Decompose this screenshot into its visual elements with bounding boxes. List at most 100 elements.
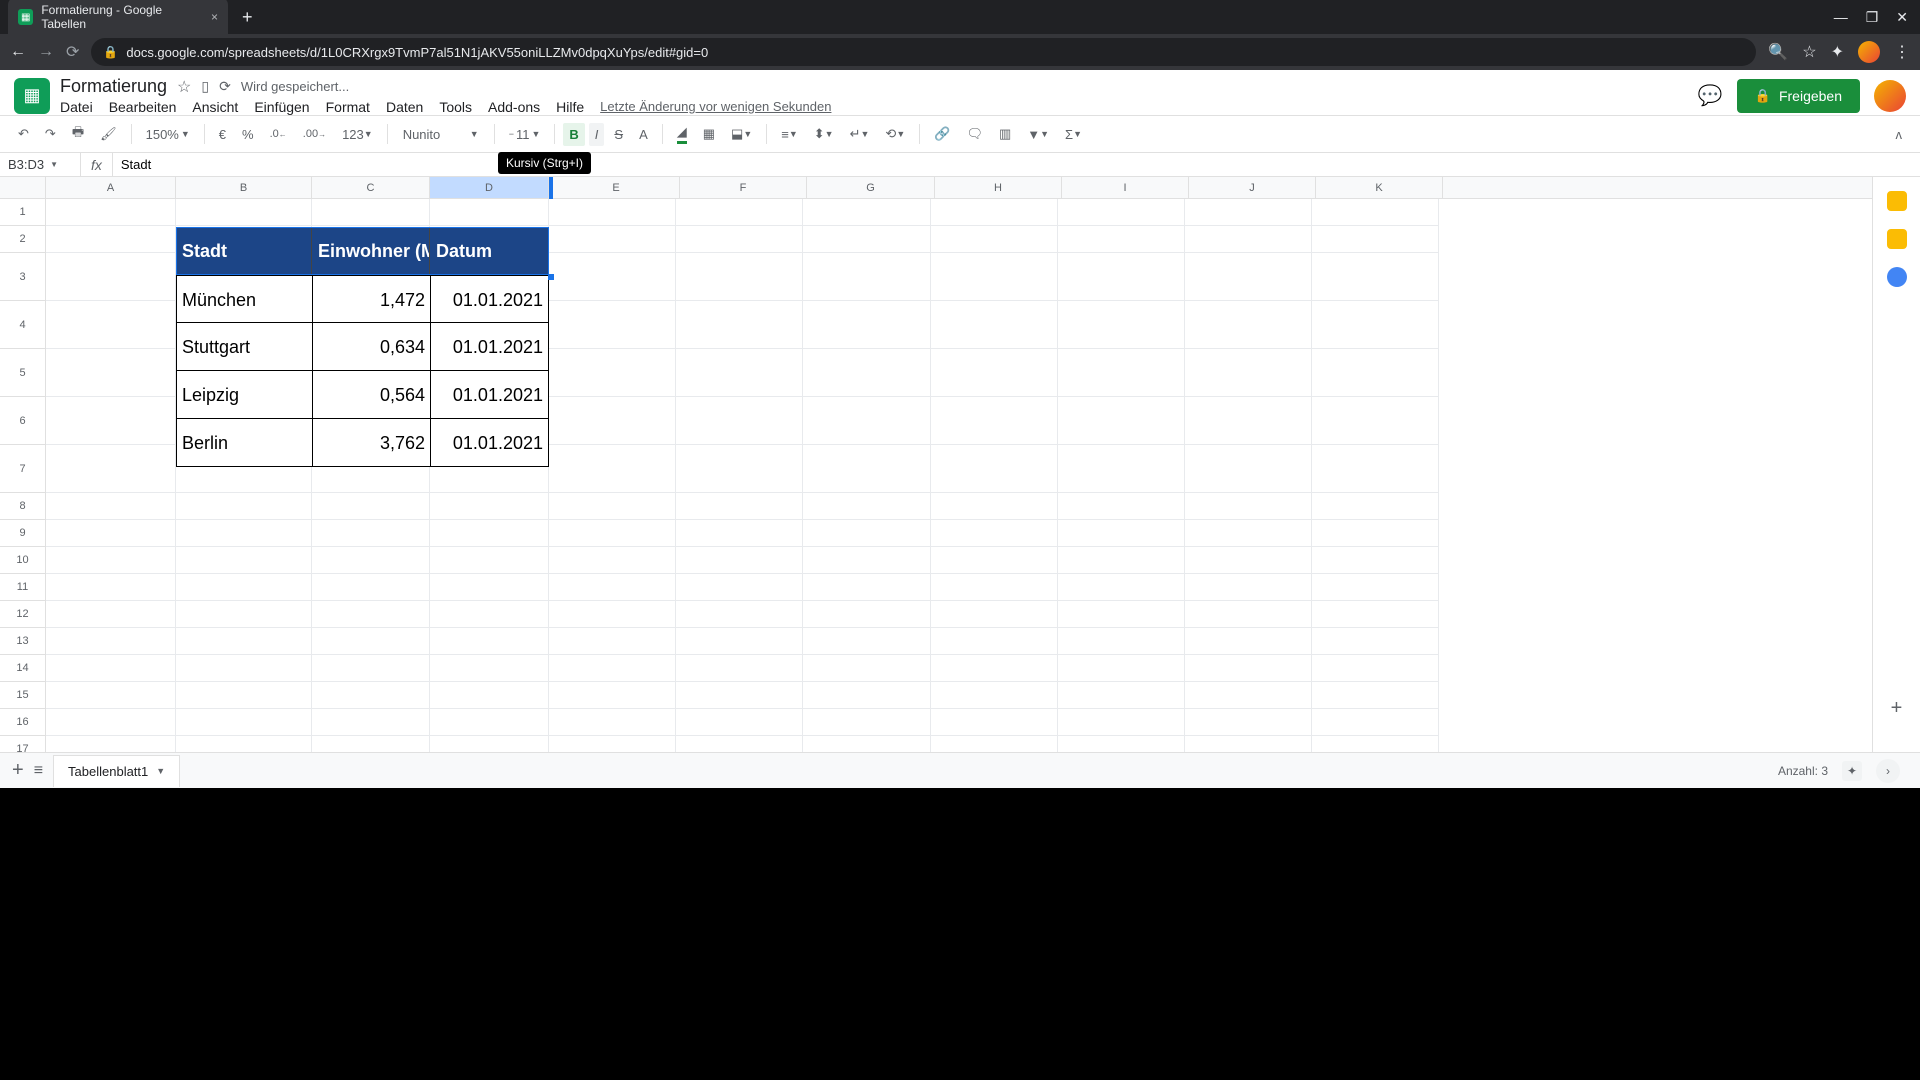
horizontal-align-button[interactable]: ≡▼ [775, 123, 804, 146]
row-header[interactable]: 2 [0, 226, 46, 253]
cell[interactable] [46, 601, 176, 628]
cell[interactable] [176, 520, 312, 547]
menu-tools[interactable]: Tools [439, 99, 472, 115]
cell[interactable] [803, 349, 931, 397]
cell[interactable] [931, 574, 1058, 601]
cell[interactable] [549, 655, 676, 682]
cell[interactable] [1185, 655, 1312, 682]
profile-avatar-browser[interactable] [1858, 41, 1880, 63]
cell[interactable] [803, 547, 931, 574]
cell[interactable] [676, 520, 803, 547]
header-einwohner[interactable]: Einwohner (M [312, 227, 430, 275]
increase-decimal[interactable]: .00→ [297, 124, 332, 144]
table-row[interactable]: Leipzig0,56401.01.2021 [176, 371, 549, 419]
cell[interactable] [176, 709, 312, 736]
cell[interactable] [1312, 445, 1439, 493]
cell[interactable] [1185, 253, 1312, 301]
sheet-tab-menu-icon[interactable]: ▼ [156, 766, 165, 776]
cell[interactable] [676, 226, 803, 253]
cell-date[interactable]: 01.01.2021 [430, 275, 549, 323]
cell[interactable] [1058, 493, 1185, 520]
col-header-J[interactable]: J [1189, 177, 1316, 198]
vertical-align-button[interactable]: ⬍▼ [808, 122, 840, 146]
row-header[interactable]: 7 [0, 445, 46, 493]
header-datum[interactable]: Datum [430, 227, 549, 275]
cell[interactable] [803, 709, 931, 736]
cell[interactable] [312, 493, 430, 520]
cell[interactable] [1312, 709, 1439, 736]
cell-city[interactable]: Berlin [176, 419, 312, 467]
paint-format-icon[interactable]: 🖌 [94, 122, 123, 146]
select-all-corner[interactable] [0, 177, 46, 198]
col-header-F[interactable]: F [680, 177, 807, 198]
row-header[interactable]: 15 [0, 682, 46, 709]
cell[interactable] [803, 493, 931, 520]
cell[interactable] [803, 574, 931, 601]
cell[interactable] [46, 547, 176, 574]
cell[interactable] [430, 493, 549, 520]
format-as-percent[interactable]: % [236, 123, 260, 146]
share-button[interactable]: Freigeben [1737, 79, 1860, 113]
cell[interactable] [1185, 301, 1312, 349]
name-box[interactable]: B3:D3▼ [0, 157, 80, 172]
cell[interactable] [803, 253, 931, 301]
cell[interactable] [176, 199, 312, 226]
cell[interactable] [1185, 199, 1312, 226]
cell[interactable] [549, 682, 676, 709]
cell[interactable] [676, 253, 803, 301]
menu-view[interactable]: Ansicht [192, 99, 238, 115]
cell[interactable] [803, 199, 931, 226]
row-header[interactable]: 8 [0, 493, 46, 520]
cell[interactable] [803, 397, 931, 445]
cell[interactable] [312, 709, 430, 736]
cell[interactable] [931, 226, 1058, 253]
cell[interactable] [549, 709, 676, 736]
cell-date[interactable]: 01.01.2021 [430, 371, 549, 419]
insert-link-icon[interactable]: 🔗 [928, 122, 956, 146]
cell[interactable] [676, 628, 803, 655]
cell[interactable] [1312, 520, 1439, 547]
menu-insert[interactable]: Einfügen [254, 99, 309, 115]
cell-population[interactable]: 3,762 [312, 419, 430, 467]
cell[interactable] [430, 682, 549, 709]
font-size-select[interactable]: −11▼ [503, 123, 547, 146]
table-row[interactable]: München1,47201.01.2021 [176, 275, 549, 323]
cell[interactable] [312, 199, 430, 226]
cell[interactable] [1185, 349, 1312, 397]
table-row[interactable]: Stuttgart0,63401.01.2021 [176, 323, 549, 371]
cell[interactable] [1312, 574, 1439, 601]
cell-city[interactable]: München [176, 275, 312, 323]
text-wrap-button[interactable]: ↵▼ [844, 122, 876, 146]
cell[interactable] [312, 682, 430, 709]
maximize-icon[interactable]: ❐ [1866, 9, 1879, 26]
cell[interactable] [931, 547, 1058, 574]
cell[interactable] [312, 601, 430, 628]
menu-file[interactable]: Datei [60, 99, 93, 115]
cell[interactable] [312, 547, 430, 574]
cell[interactable] [931, 493, 1058, 520]
cell[interactable] [46, 493, 176, 520]
cell[interactable] [1185, 520, 1312, 547]
cell[interactable] [803, 301, 931, 349]
cell[interactable] [676, 547, 803, 574]
cell[interactable] [1058, 199, 1185, 226]
cell[interactable] [931, 628, 1058, 655]
forward-icon[interactable]: → [38, 43, 54, 61]
cell[interactable] [430, 709, 549, 736]
cell[interactable] [931, 520, 1058, 547]
cell[interactable] [1058, 709, 1185, 736]
selection-handle[interactable] [548, 274, 554, 280]
cell[interactable] [549, 493, 676, 520]
cell[interactable] [803, 601, 931, 628]
cell[interactable] [1185, 445, 1312, 493]
move-to-drive-icon[interactable]: ▯ [201, 78, 209, 95]
cell[interactable] [549, 547, 676, 574]
cell[interactable] [549, 226, 676, 253]
cell[interactable] [676, 301, 803, 349]
cell[interactable] [931, 445, 1058, 493]
cell[interactable] [1058, 655, 1185, 682]
zoom-select[interactable]: 150%▼ [140, 123, 196, 146]
browser-tab[interactable]: ▦ Formatierung - Google Tabellen × [8, 0, 228, 37]
cell[interactable] [931, 601, 1058, 628]
cell[interactable] [1058, 682, 1185, 709]
